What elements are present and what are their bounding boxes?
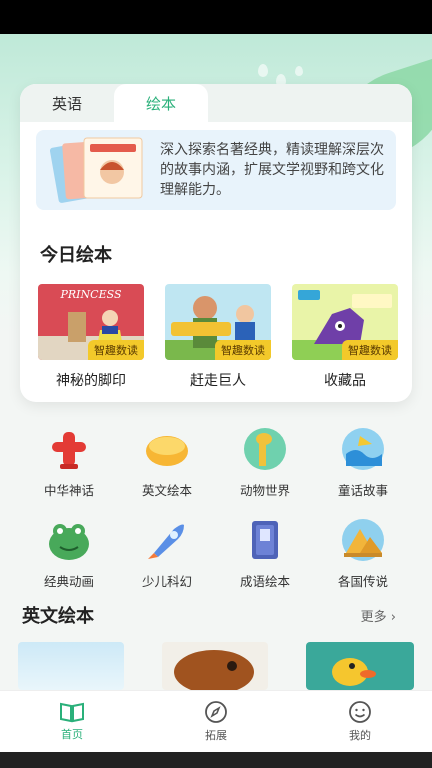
intro-banner[interactable]: 深入探索名著经典，精读理解深层次的故事内涵，扩展文学视野和跨文化理解能力。: [36, 130, 396, 210]
giraffe-icon: [244, 428, 286, 470]
category-item[interactable]: 动物世界: [216, 426, 314, 499]
category-item[interactable]: 少儿科幻: [118, 517, 216, 590]
category-item[interactable]: 中华神话: [20, 426, 118, 499]
category-item[interactable]: 成语绘本: [216, 517, 314, 590]
status-bar: [0, 0, 432, 34]
smiley-icon: [349, 701, 371, 723]
open-book-icon: [60, 702, 84, 723]
droplet-decoration: [295, 66, 303, 76]
bottom-nav: 首页 拓展 我的: [0, 690, 432, 752]
english-book-list: [18, 642, 414, 690]
category-label: 中华神话: [43, 483, 94, 498]
nav-home[interactable]: 首页: [32, 701, 112, 742]
bear-art: [162, 642, 268, 690]
category-item[interactable]: 各国传说: [314, 517, 412, 590]
english-book-thumb[interactable]: [162, 642, 268, 690]
nav-label: 首页: [61, 728, 83, 741]
nav-profile[interactable]: 我的: [320, 700, 400, 743]
nav-label: 我的: [349, 729, 371, 742]
book-card[interactable]: 智趣数读 赶走巨人: [165, 284, 271, 390]
picture-book-card: 英语 绘本 深入探索名著经典，精读理解深层次的故事内涵，扩展文学视野和跨文化理解…: [20, 84, 412, 402]
nav-label: 拓展: [205, 729, 227, 742]
category-item[interactable]: 英文绘本: [118, 426, 216, 499]
book-card[interactable]: PRINCESS 智趣数读 神秘的脚印: [38, 284, 144, 390]
more-link[interactable]: 更多 ›: [361, 606, 396, 625]
book-title: 收藏品: [324, 373, 366, 389]
today-title: 今日绘本: [40, 245, 112, 266]
svg-text:PRINCESS: PRINCESS: [60, 288, 122, 301]
book-badge: 智趣数读: [215, 340, 271, 360]
tab-english[interactable]: 英语: [20, 84, 114, 122]
today-book-list: PRINCESS 智趣数读 神秘的脚印 智趣数读 赶走巨人 智趣数读 收藏品: [38, 284, 398, 390]
pyramid-icon: [342, 519, 384, 561]
frog-icon: [49, 524, 89, 560]
books-illustration: [50, 137, 143, 203]
english-books-title: 英文绘本: [22, 606, 94, 627]
english-book-thumb[interactable]: [306, 642, 414, 690]
category-label: 成语绘本: [239, 574, 290, 589]
book-card[interactable]: 智趣数读 收藏品: [292, 284, 398, 390]
book-icon: [252, 521, 278, 559]
compass-icon: [205, 701, 227, 723]
category-label: 动物世界: [239, 483, 290, 498]
book-title: 神秘的脚印: [56, 373, 126, 389]
nav-explore[interactable]: 拓展: [176, 700, 256, 743]
category-label: 少儿科幻: [141, 574, 192, 589]
category-grid: 中华神话 英文绘本 动物世界 童话故事 经典动画 少儿科幻 成语绘本 各国传说: [20, 426, 412, 590]
category-label: 经典动画: [43, 574, 94, 589]
intro-text: 深入探索名著经典，精读理解深层次的故事内涵，扩展文学视野和跨文化理解能力。: [160, 142, 384, 198]
category-label: 各国传说: [337, 574, 388, 589]
book-cover: 智趣数读: [165, 284, 271, 360]
wave-icon: [342, 428, 384, 470]
book-title: 赶走巨人: [190, 373, 246, 389]
tab-picture-book[interactable]: 绘本: [114, 84, 208, 122]
category-item[interactable]: 经典动画: [20, 517, 118, 590]
tab-bar: 英语 绘本: [20, 84, 412, 122]
droplet-decoration: [258, 64, 268, 77]
book-badge: 智趣数读: [342, 340, 398, 360]
duck-art: [306, 642, 414, 690]
hydrant-icon: [52, 432, 86, 469]
category-label: 童话故事: [337, 483, 388, 498]
rocket-icon: [148, 524, 184, 559]
bowl-icon: [146, 436, 188, 466]
category-item[interactable]: 童话故事: [314, 426, 412, 499]
book-cover: 智趣数读: [292, 284, 398, 360]
category-label: 英文绘本: [141, 483, 192, 498]
book-badge: 智趣数读: [88, 340, 144, 360]
system-nav-bar: [0, 752, 432, 768]
book-cover: PRINCESS 智趣数读: [38, 284, 144, 360]
english-book-thumb[interactable]: [18, 642, 124, 690]
